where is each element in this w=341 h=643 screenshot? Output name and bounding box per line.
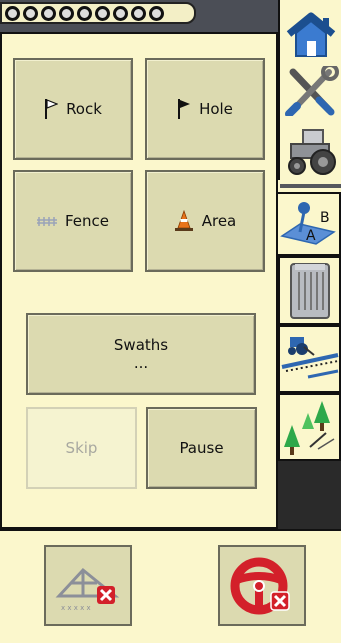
skip-button[interactable]: Skip <box>26 407 137 489</box>
divider <box>280 184 341 188</box>
implement-cancel-icon: x x x x x <box>55 567 120 612</box>
progress-dot <box>77 5 92 21</box>
ab-line-icon: B A <box>280 202 336 245</box>
tab-field[interactable] <box>278 393 341 461</box>
swaths-sublabel: ... <box>133 354 149 372</box>
fence-icon <box>36 215 57 227</box>
pause-button[interactable]: Pause <box>146 407 257 489</box>
progress-dot <box>23 5 38 21</box>
area-label: Area <box>201 212 237 230</box>
fence-button[interactable]: Fence <box>13 170 133 272</box>
rock-label: Rock <box>66 100 102 118</box>
rock-button[interactable]: Rock <box>13 58 133 160</box>
tractor-icon[interactable] <box>283 124 339 176</box>
flag-outline-icon <box>44 98 59 120</box>
implement-icon <box>281 337 339 379</box>
ab-label-a: A <box>306 228 316 244</box>
skip-label: Skip <box>65 439 98 457</box>
controller-box-icon <box>290 263 330 319</box>
swaths-button[interactable]: Swaths ... <box>26 313 256 395</box>
progress-dot <box>41 5 56 21</box>
pause-label: Pause <box>179 439 224 457</box>
trees-icon <box>284 401 335 455</box>
progress-dots <box>0 2 196 24</box>
svg-text:x x x x x: x x x x x <box>61 604 91 612</box>
traffic-cone-icon <box>174 210 194 232</box>
flag-filled-icon <box>177 98 191 120</box>
hole-button[interactable]: Hole <box>145 58 265 160</box>
ab-label-b: B <box>320 210 330 226</box>
fence-label: Fence <box>64 212 110 230</box>
clear-boundary-button[interactable]: x x x x x <box>44 545 132 626</box>
progress-dot <box>131 5 146 21</box>
progress-dot <box>113 5 128 21</box>
tab-ab-line[interactable]: B A <box>278 192 341 256</box>
swaths-label: Swaths <box>113 336 169 354</box>
home-icon[interactable] <box>283 10 339 60</box>
tab-controller[interactable] <box>278 256 341 325</box>
steering-wheel-cancel-icon <box>230 557 290 614</box>
progress-dot <box>5 5 20 21</box>
disengage-steering-button[interactable] <box>218 545 306 626</box>
tools-icon[interactable] <box>283 66 339 116</box>
tab-implement[interactable] <box>278 325 341 393</box>
progress-dot <box>95 5 110 21</box>
hole-label: Hole <box>199 100 233 118</box>
progress-dot <box>149 5 164 21</box>
area-button[interactable]: Area <box>145 170 265 272</box>
progress-dot <box>59 5 74 21</box>
